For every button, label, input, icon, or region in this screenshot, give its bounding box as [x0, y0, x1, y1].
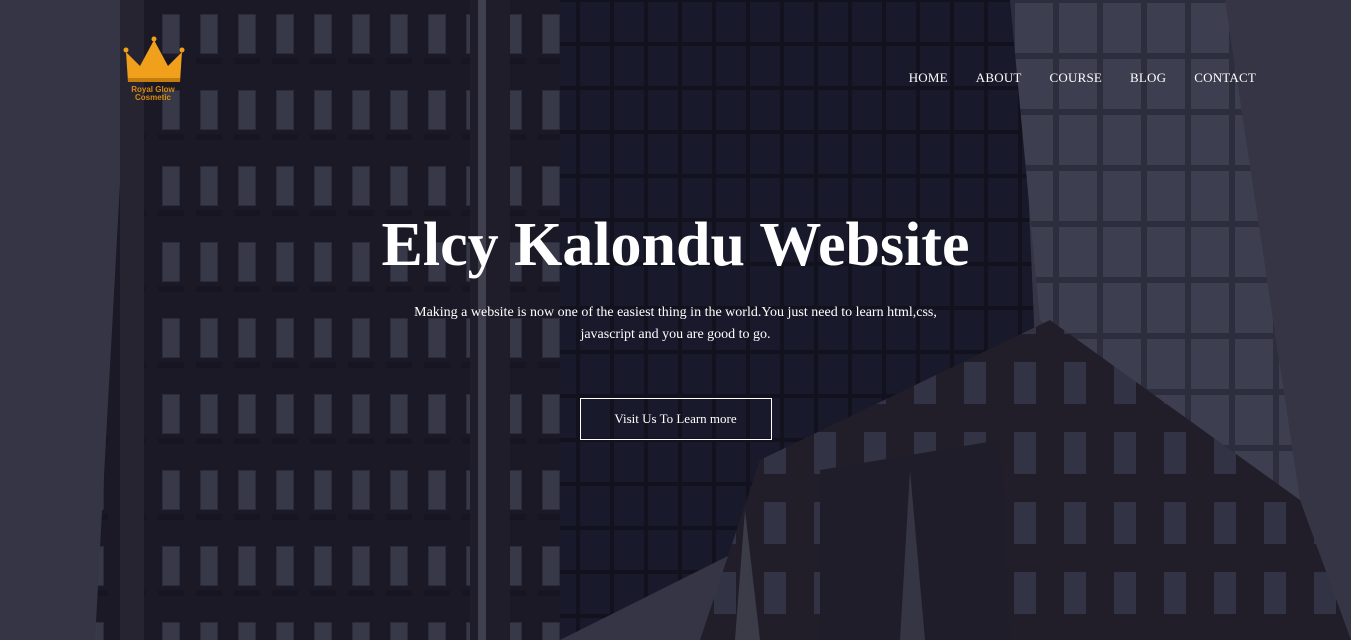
- visit-us-button[interactable]: Visit Us To Learn more: [579, 398, 772, 440]
- nav-home-link[interactable]: HOME: [909, 70, 948, 86]
- hero-section: Royal Glow Cosmetic HOME ABOUT COURSE BL…: [0, 0, 1351, 640]
- main-nav: HOME ABOUT COURSE BLOG CONTACT: [909, 70, 1256, 86]
- logo[interactable]: Royal Glow Cosmetic: [122, 36, 192, 116]
- hero-title: Elcy Kalondu Website: [381, 211, 970, 279]
- nav-about-link[interactable]: ABOUT: [976, 70, 1022, 86]
- nav-course-link[interactable]: COURSE: [1050, 70, 1103, 86]
- nav-blog-link[interactable]: BLOG: [1130, 70, 1166, 86]
- hero-content: Elcy Kalondu Website Making a website is…: [0, 208, 1351, 440]
- logo-text: Royal Glow Cosmetic: [122, 86, 184, 102]
- logo-line-2: Cosmetic: [134, 93, 171, 102]
- crown-icon: [123, 36, 185, 82]
- nav-contact-link[interactable]: CONTACT: [1194, 70, 1256, 86]
- hero-subtitle: Making a website is now one of the easie…: [414, 305, 937, 342]
